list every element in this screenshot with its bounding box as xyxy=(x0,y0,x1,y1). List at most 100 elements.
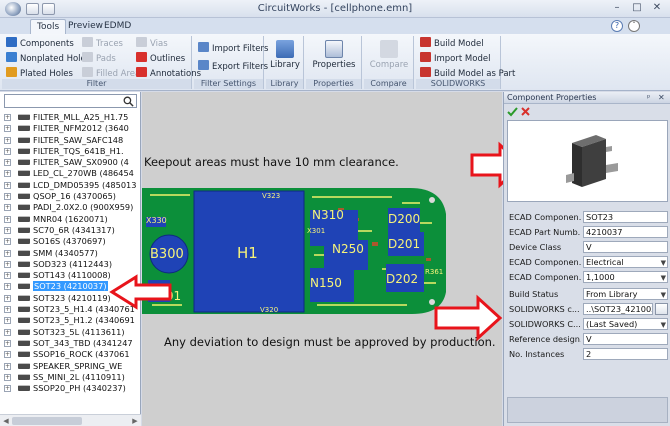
expand-icon[interactable]: + xyxy=(4,317,11,325)
tree-item[interactable]: + SMM (4340577) xyxy=(0,248,141,259)
ribbon-minimize-icon[interactable]: ˇ xyxy=(628,20,640,32)
property-value-field[interactable]: SOT23 xyxy=(583,211,668,223)
expand-icon[interactable]: + xyxy=(4,306,11,314)
tree-item-label: FILTER_MLL_A25_H1.75 xyxy=(33,112,129,122)
minimize-button[interactable]: – xyxy=(608,2,626,15)
property-dropdown[interactable]: From Library ▼ xyxy=(583,288,668,300)
tree-item[interactable]: + SOT323_5L (4113611) xyxy=(0,327,141,338)
scroll-left-icon[interactable]: ◀ xyxy=(1,416,11,426)
search-icon[interactable] xyxy=(123,96,134,107)
property-dropdown[interactable]: Electrical ▼ xyxy=(583,256,668,268)
tree-item[interactable]: + FILTER_TQS_641B_H1. xyxy=(0,146,141,157)
build-model-button[interactable]: Build Model xyxy=(420,37,484,50)
tree-item[interactable]: + FILTER_SAW_SAFC148 xyxy=(0,135,141,146)
chevron-down-icon[interactable]: ▼ xyxy=(661,320,666,329)
tree-item[interactable]: + SPEAKER_SPRING_WE xyxy=(0,361,141,372)
tree-item[interactable]: + SOT323 (4210119) xyxy=(0,293,141,304)
tab-tools[interactable]: Tools xyxy=(30,19,67,34)
expand-icon[interactable]: + xyxy=(4,181,11,189)
tree-item[interactable]: + SSOP20_PH (4340237) xyxy=(0,383,141,394)
expand-icon[interactable]: + xyxy=(4,204,11,212)
expand-icon[interactable]: + xyxy=(4,328,11,336)
traces-toggle[interactable]: Traces xyxy=(82,37,123,50)
property-dropdown[interactable]: 1,1000 ▼ xyxy=(583,271,668,283)
cancel-x-icon[interactable] xyxy=(521,107,530,116)
property-value-field[interactable]: ..\SOT23_4210037. xyxy=(583,303,653,315)
expand-icon[interactable]: + xyxy=(4,283,11,291)
tree-item[interactable]: + SO16S (4370697) xyxy=(0,236,141,247)
library-button[interactable]: Library xyxy=(268,40,302,76)
nonplated-holes-toggle[interactable]: Nonplated Holes xyxy=(6,52,90,65)
tree-search-input[interactable] xyxy=(4,94,137,108)
tree-item[interactable]: + FILTER_NFM2012 (3640 xyxy=(0,123,141,134)
expand-icon[interactable]: + xyxy=(4,294,11,302)
expand-icon[interactable]: + xyxy=(4,249,11,257)
tree-item[interactable]: + LCD_DMD05395 (485013 xyxy=(0,180,141,191)
property-value-field[interactable]: 4210037 xyxy=(583,226,668,238)
accept-check-icon[interactable] xyxy=(507,107,518,117)
browse-folder-icon[interactable] xyxy=(655,303,668,315)
expand-icon[interactable]: + xyxy=(4,260,11,268)
outlines-toggle[interactable]: Outlines xyxy=(136,52,185,65)
import-filters-button[interactable]: Import Filters xyxy=(198,42,268,55)
tree-item[interactable]: + SC70_6R (4341317) xyxy=(0,225,141,236)
expand-icon[interactable]: + xyxy=(4,125,11,133)
expand-icon[interactable]: + xyxy=(4,147,11,155)
tree-item[interactable]: + SOT23_5_H1.2 (4340691 xyxy=(0,315,141,326)
tree-item[interactable]: + SOD323 (4112443) xyxy=(0,259,141,270)
property-value-field[interactable]: 2 xyxy=(583,348,668,360)
chevron-down-icon[interactable]: ▼ xyxy=(661,273,666,282)
tree-item[interactable]: + SOT23 (4210037) xyxy=(0,281,141,292)
chevron-down-icon[interactable]: ▼ xyxy=(661,290,666,299)
expand-icon[interactable]: + xyxy=(4,385,11,393)
pin-icon[interactable]: ᵖ xyxy=(647,92,650,104)
scroll-right-icon[interactable]: ▶ xyxy=(130,416,140,426)
tree-item[interactable]: + SOT_343_TBD (4341247 xyxy=(0,338,141,349)
components-toggle[interactable]: Components xyxy=(6,37,74,50)
export-filters-button[interactable]: Export Filters xyxy=(198,60,268,73)
tab-edmd[interactable]: EDMD xyxy=(98,19,137,34)
vias-toggle[interactable]: Vias xyxy=(136,37,168,50)
expand-icon[interactable]: + xyxy=(4,238,11,246)
close-button[interactable]: ✕ xyxy=(648,2,666,15)
scrollbar-thumb[interactable] xyxy=(12,417,82,425)
component-chip-icon xyxy=(18,226,30,233)
expand-icon[interactable]: + xyxy=(4,226,11,234)
expand-icon[interactable]: + xyxy=(4,373,11,381)
maximize-button[interactable]: □ xyxy=(628,2,646,15)
tree-item[interactable]: + MNR04 (1620071) xyxy=(0,214,141,225)
expand-icon[interactable]: + xyxy=(4,362,11,370)
tree-item[interactable]: + SOT23_5_H1.4 (4340761 xyxy=(0,304,141,315)
expand-icon[interactable]: + xyxy=(4,170,11,178)
property-dropdown[interactable]: (Last Saved) ▼ xyxy=(583,318,668,330)
tree-item[interactable]: + QSOP_16 (4370065) xyxy=(0,191,141,202)
tree-item[interactable]: + SSOP16_ROCK (437061 xyxy=(0,349,141,360)
tree-item[interactable]: + PADI_2.0X2.0 (900X959) xyxy=(0,202,141,213)
properties-button[interactable]: Properties xyxy=(308,40,360,76)
help-icon[interactable]: ? xyxy=(611,20,623,32)
tree-item[interactable]: + SS_MINI_2L (4110911) xyxy=(0,372,141,383)
compare-button[interactable]: Compare xyxy=(366,40,412,76)
panel-close-icon[interactable]: ✕ xyxy=(658,92,665,104)
expand-icon[interactable]: + xyxy=(4,193,11,201)
compare-icon xyxy=(380,40,398,58)
pcb-canvas[interactable]: Keepout areas must have 10 mm clearance. xyxy=(142,92,502,426)
tree-item[interactable]: + LED_CL_270WB (486454 xyxy=(0,168,141,179)
property-value-field[interactable]: V xyxy=(583,241,668,253)
expand-icon[interactable]: + xyxy=(4,272,11,280)
import-model-button[interactable]: Import Model xyxy=(420,52,490,65)
expand-icon[interactable]: + xyxy=(4,339,11,347)
expand-icon[interactable]: + xyxy=(4,215,11,223)
tree-item[interactable]: + FILTER_MLL_A25_H1.75 xyxy=(0,112,141,123)
property-value-field[interactable]: V xyxy=(583,333,668,345)
expand-icon[interactable]: + xyxy=(4,136,11,144)
title-bar: CircuitWorks - [cellphone.emn] – □ ✕ xyxy=(0,0,670,18)
expand-icon[interactable]: + xyxy=(4,159,11,167)
pads-toggle[interactable]: Pads xyxy=(82,52,116,65)
expand-icon[interactable]: + xyxy=(4,114,11,121)
chevron-down-icon[interactable]: ▼ xyxy=(661,258,666,267)
tree-horizontal-scrollbar[interactable]: ◀ ▶ xyxy=(0,414,141,426)
tree-item[interactable]: + SOT143 (4110008) xyxy=(0,270,141,281)
expand-icon[interactable]: + xyxy=(4,351,11,359)
tree-item[interactable]: + FILTER_SAW_SX0900 (4 xyxy=(0,157,141,168)
